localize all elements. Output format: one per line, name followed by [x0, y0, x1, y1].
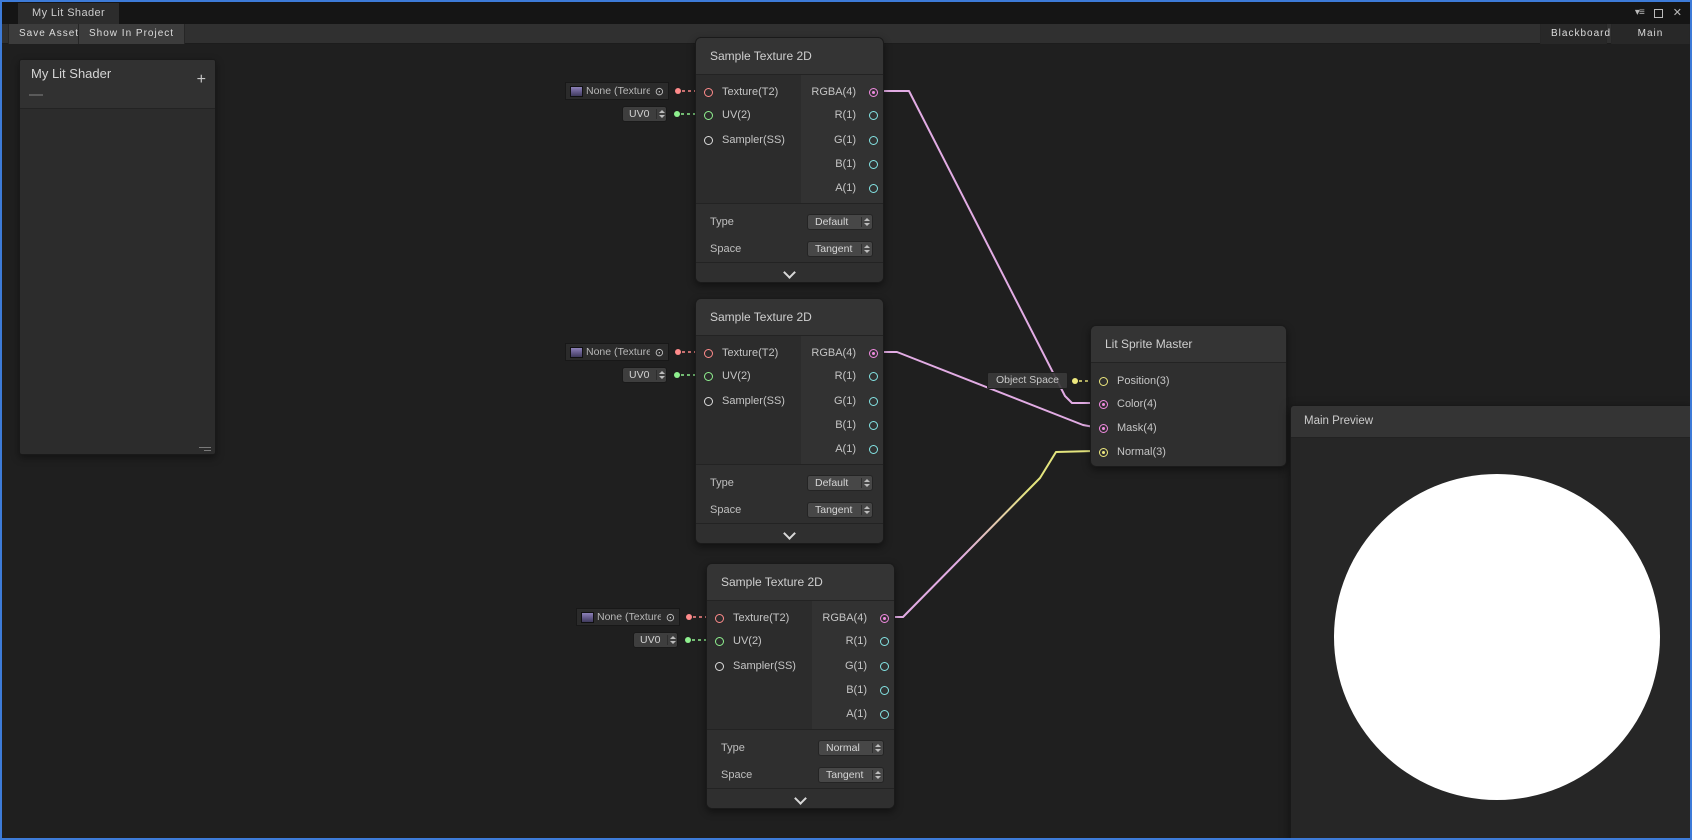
- port-g[interactable]: [880, 662, 889, 671]
- dropdown-stepper-icon: [872, 743, 880, 753]
- object-picker-icon[interactable]: ⊙: [661, 611, 675, 624]
- blackboard-path-placeholder: [29, 94, 43, 96]
- texture-connector-dot: [686, 614, 692, 620]
- chevron-down-icon: [783, 527, 796, 540]
- port-texture[interactable]: [704, 349, 713, 358]
- uv-connector-dot: [685, 637, 691, 643]
- port-b[interactable]: [880, 686, 889, 695]
- object-space-badge[interactable]: Object Space: [987, 372, 1068, 389]
- collapse-preview-button[interactable]: [696, 523, 883, 544]
- blackboard-resize-grip[interactable]: [199, 445, 211, 451]
- texture-object-field[interactable]: None (Texture ⊙: [565, 343, 669, 361]
- space-dropdown[interactable]: Tangent: [807, 502, 873, 518]
- type-dropdown[interactable]: Default: [807, 475, 873, 491]
- node-title[interactable]: Sample Texture 2D: [696, 38, 883, 75]
- port-a[interactable]: [869, 184, 878, 193]
- texture-thumbnail-icon: [570, 347, 583, 358]
- port-uv[interactable]: [704, 372, 713, 381]
- port-g[interactable]: [869, 397, 878, 406]
- main-preview-header[interactable]: Main Preview: [1291, 406, 1691, 438]
- texture-object-field[interactable]: None (Texture ⊙: [565, 82, 669, 100]
- port-sampler[interactable]: [704, 136, 713, 145]
- uv-channel-dropdown[interactable]: UV0: [622, 367, 667, 383]
- port-b[interactable]: [869, 160, 878, 169]
- collapse-preview-button[interactable]: [696, 262, 883, 283]
- port-r[interactable]: [869, 111, 878, 120]
- graph-canvas[interactable]: My Lit Shader + Sample Texture 2D Textur…: [2, 44, 1690, 838]
- port-b[interactable]: [869, 421, 878, 430]
- dropdown-stepper-icon: [667, 635, 675, 645]
- dropdown-stepper-icon: [861, 505, 869, 515]
- sample-texture-2d-node[interactable]: Sample Texture 2D Texture(T2) UV(2) Samp…: [706, 563, 895, 809]
- port-normal[interactable]: [1099, 448, 1108, 457]
- port-sampler[interactable]: [715, 662, 724, 671]
- port-texture[interactable]: [715, 614, 724, 623]
- dropdown-stepper-icon: [872, 770, 880, 780]
- lit-sprite-master-node[interactable]: Lit Sprite Master Position(3) Color(4) M…: [1090, 325, 1287, 467]
- uv-channel-dropdown[interactable]: UV0: [622, 106, 667, 122]
- texture-connector-dot: [675, 349, 681, 355]
- port-uv[interactable]: [715, 637, 724, 646]
- object-picker-icon[interactable]: ⊙: [650, 85, 664, 98]
- type-dropdown[interactable]: Default: [807, 214, 873, 230]
- blackboard-panel[interactable]: My Lit Shader +: [19, 59, 216, 455]
- port-rgba[interactable]: [869, 88, 878, 97]
- space-dropdown[interactable]: Tangent: [818, 767, 884, 783]
- uv-connector-dot: [674, 111, 680, 117]
- blackboard-header[interactable]: My Lit Shader +: [20, 60, 215, 109]
- space-dropdown[interactable]: Tangent: [807, 241, 873, 257]
- node-title[interactable]: Sample Texture 2D: [696, 299, 883, 336]
- uv-channel-dropdown[interactable]: UV0: [633, 632, 678, 648]
- object-space-connector-dot: [1072, 378, 1078, 384]
- sample-texture-2d-node[interactable]: Sample Texture 2D Texture(T2) UV(2) Samp…: [695, 298, 884, 544]
- shader-preview-sphere[interactable]: [1334, 474, 1660, 800]
- port-rgba[interactable]: [869, 349, 878, 358]
- sample-texture-2d-node[interactable]: Sample Texture 2D Texture(T2) UV(2) Samp…: [695, 37, 884, 283]
- main-preview-panel[interactable]: Main Preview: [1290, 405, 1692, 840]
- dropdown-stepper-icon: [656, 370, 664, 380]
- texture-connector-dot: [675, 88, 681, 94]
- port-mask[interactable]: [1099, 424, 1108, 433]
- type-dropdown[interactable]: Normal: [818, 740, 884, 756]
- port-a[interactable]: [869, 445, 878, 454]
- port-r[interactable]: [880, 637, 889, 646]
- blackboard-title: My Lit Shader: [31, 66, 111, 81]
- dropdown-stepper-icon: [656, 109, 664, 119]
- object-picker-icon[interactable]: ⊙: [650, 346, 664, 359]
- dropdown-stepper-icon: [861, 217, 869, 227]
- dropdown-stepper-icon: [861, 478, 869, 488]
- texture-object-field[interactable]: None (Texture ⊙: [576, 608, 680, 626]
- node-title[interactable]: Lit Sprite Master: [1091, 326, 1286, 363]
- port-position[interactable]: [1099, 377, 1108, 386]
- add-property-button[interactable]: +: [197, 72, 206, 88]
- port-r[interactable]: [869, 372, 878, 381]
- port-g[interactable]: [869, 136, 878, 145]
- dropdown-stepper-icon: [861, 244, 869, 254]
- collapse-preview-button[interactable]: [707, 788, 894, 809]
- node-title[interactable]: Sample Texture 2D: [707, 564, 894, 601]
- port-a[interactable]: [880, 710, 889, 719]
- port-texture[interactable]: [704, 88, 713, 97]
- texture-thumbnail-icon: [581, 612, 594, 623]
- port-rgba[interactable]: [880, 614, 889, 623]
- uv-connector-dot: [674, 372, 680, 378]
- chevron-down-icon: [794, 792, 807, 805]
- edge-rgba-to-normal: [886, 451, 1094, 617]
- port-sampler[interactable]: [704, 397, 713, 406]
- chevron-down-icon: [783, 266, 796, 279]
- port-color[interactable]: [1099, 400, 1108, 409]
- texture-thumbnail-icon: [570, 86, 583, 97]
- shader-graph-window: My Lit Shader ▾≡ ✕ Save Asset Show In Pr…: [0, 0, 1692, 840]
- port-uv[interactable]: [704, 111, 713, 120]
